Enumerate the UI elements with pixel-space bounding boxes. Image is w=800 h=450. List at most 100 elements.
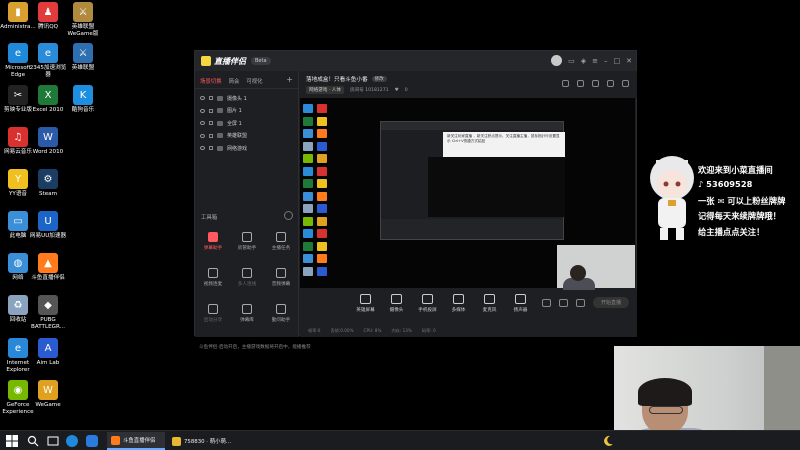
search-icon[interactable] <box>27 435 39 447</box>
menu-icon[interactable]: ≡ <box>592 57 598 65</box>
stream-category[interactable]: 网络游戏 · 人体 <box>306 86 344 94</box>
edge-icon: e <box>8 43 28 63</box>
tool-button[interactable]: 房管助手 <box>230 229 264 259</box>
lock-icon[interactable] <box>209 121 213 126</box>
skin-icon[interactable]: ◈ <box>581 57 586 65</box>
desktop-shortcut[interactable]: ⚔ 英雄联盟 <box>66 43 100 72</box>
source-list: 摄像头 1 图片 1 全屏 1 英雄联盟 网络游戏 <box>195 89 298 155</box>
record-icon[interactable] <box>592 80 599 87</box>
desktop-shortcut[interactable]: A Aim Lab <box>31 338 65 367</box>
mic-button[interactable]: 麦克风 <box>476 294 503 313</box>
desktop-shortcut[interactable]: ⚔ 英雄联盟 WeGame版 <box>66 2 100 37</box>
desktop-shortcut[interactable]: e Internet Explorer <box>1 338 35 373</box>
source-item[interactable]: 网络游戏 <box>195 142 298 155</box>
tool-button[interactable]: 弹幕库 <box>230 301 264 331</box>
stream-header: 落地成盒！只看斗鱼小番 修改 网络游戏 · 人体 房间号 10181271 ♥ … <box>300 71 637 99</box>
lock-icon[interactable] <box>209 108 213 113</box>
user-avatar[interactable] <box>551 55 563 66</box>
visibility-icon[interactable] <box>200 146 205 151</box>
lock-icon[interactable] <box>209 146 213 151</box>
taskbar-task[interactable]: 758830 · 萌小萌... <box>168 432 236 450</box>
source-item[interactable]: 摄像头 1 <box>195 92 298 105</box>
tab-visual[interactable]: 可视化 <box>246 77 262 85</box>
tool-button[interactable]: 视频连麦 <box>196 265 230 295</box>
desktop-shortcut[interactable]: X Excel 2010 <box>31 85 65 114</box>
webcam-glasses <box>649 406 683 414</box>
task-view-icon[interactable] <box>47 435 59 447</box>
preview-shortcut-icon <box>303 229 313 238</box>
source-item[interactable]: 全屏 1 <box>195 117 298 130</box>
title-bar: 直播伴侣 Beta ▭ ◈ ≡ – □ ✕ <box>195 51 636 71</box>
desktop-shortcut-label: 腾讯QQ <box>38 24 58 30</box>
screen-share-button[interactable]: 英雄屏幕 <box>352 294 379 313</box>
close-icon[interactable]: ✕ <box>626 57 632 65</box>
tool-label: 多人连线 <box>237 282 257 287</box>
bell-icon[interactable] <box>607 80 614 87</box>
pinned-app-icon[interactable] <box>86 435 98 447</box>
edit-title-button[interactable]: 修改 <box>371 76 387 82</box>
desktop-shortcut[interactable]: W Word 2010 <box>31 127 65 156</box>
desktop-shortcut[interactable]: ◉ GeForce Experience <box>1 380 35 415</box>
maximize-icon[interactable]: □ <box>614 57 621 65</box>
windows-start-icon[interactable] <box>6 435 18 447</box>
visibility-icon[interactable] <box>200 133 205 138</box>
source-item[interactable]: 图片 1 <box>195 105 298 118</box>
speaker-button[interactable]: 扬声器 <box>507 294 534 313</box>
tool-icon <box>276 268 286 278</box>
phone-cast-button[interactable]: 手机投屏 <box>414 294 441 313</box>
desktop-shortcut[interactable]: ⚙ Steam <box>31 169 65 198</box>
browser-icon <box>172 436 181 446</box>
toolbox-settings-icon[interactable] <box>284 211 293 220</box>
start-live-button[interactable]: 开始直播 <box>592 297 629 308</box>
layout-icon[interactable] <box>562 80 569 87</box>
desktop-shortcut[interactable]: ♟ 腾讯QQ <box>31 2 65 31</box>
desktop-shortcut[interactable]: U 网易UU加速器 <box>30 211 66 240</box>
message-icon[interactable]: ▭ <box>568 57 575 65</box>
stream-preview[interactable]: 新关注玩家直播 ，新关注获点提示，关注直播主播，鼠标指针可设置显示 Ctrl+V… <box>300 98 635 290</box>
visibility-icon[interactable] <box>200 96 205 101</box>
tab-scene[interactable]: 场景切换 <box>200 77 222 85</box>
desktop-shortcut[interactable]: e 2345加速浏览器 <box>30 43 66 78</box>
tool-button[interactable]: 主播任务 <box>264 229 298 259</box>
camera-button[interactable]: 摄像头 <box>383 294 410 313</box>
add-source-icon[interactable]: + <box>286 76 293 85</box>
circle-icon[interactable] <box>558 298 568 307</box>
tool-button[interactable]: 弹幕助手 <box>196 229 230 259</box>
desktop-shortcut[interactable]: ◆ PUBG BATTLEGR... <box>31 295 65 330</box>
tool-button[interactable]: 多人连线 <box>230 265 264 295</box>
taskbar: 斗鱼直播伴侣 758830 · 萌小萌... <box>0 430 800 450</box>
version-badge[interactable]: Beta <box>251 57 271 65</box>
visibility-icon[interactable] <box>200 108 205 113</box>
desktop-shortcut[interactable]: W WeGame <box>31 380 65 409</box>
aimlab-icon: A <box>38 338 58 358</box>
record-video-icon[interactable] <box>541 298 551 307</box>
visibility-icon[interactable] <box>200 121 205 126</box>
stream-header-icons <box>562 80 629 87</box>
desktop-shortcut[interactable]: ▲ 斗鱼直播伴侣 <box>31 253 65 282</box>
settings-icon[interactable] <box>575 298 585 307</box>
source-item[interactable]: 英雄联盟 <box>195 130 298 143</box>
desktop-shortcut-label: Steam <box>38 191 58 197</box>
tool-button[interactable]: 勤问助手 <box>264 301 298 331</box>
lock-icon[interactable] <box>209 133 213 138</box>
preview-shortcut-icon <box>303 179 313 188</box>
geforce-icon: ◉ <box>8 380 28 400</box>
media-button[interactable]: 多媒体 <box>445 294 472 313</box>
gift-icon[interactable] <box>577 80 584 87</box>
desktop-shortcut[interactable]: K 酷狗音乐 <box>66 85 100 114</box>
screen-share-icon <box>360 294 371 304</box>
tool-button[interactable]: 启动分享 <box>196 301 230 331</box>
recycle-bin-icon: ♻ <box>8 295 28 315</box>
tool-button[interactable]: 音频弹幕 <box>264 265 298 295</box>
weather-moon-icon[interactable] <box>602 435 614 447</box>
lock-icon[interactable] <box>209 96 213 101</box>
preview-shortcut-icon <box>317 179 327 188</box>
taskbar-task-label: 758830 · 萌小萌... <box>184 439 232 445</box>
taskbar-task[interactable]: 斗鱼直播伴侣 <box>107 432 165 450</box>
minimize-icon[interactable]: – <box>604 57 608 65</box>
tool-label: 音频弹幕 <box>271 282 291 287</box>
tab-brief[interactable]: 简会 <box>229 77 240 85</box>
edge-taskbar-icon[interactable] <box>66 435 78 447</box>
desktop-shortcut-label: 英雄联盟 <box>71 65 95 71</box>
share-icon[interactable] <box>622 80 629 87</box>
